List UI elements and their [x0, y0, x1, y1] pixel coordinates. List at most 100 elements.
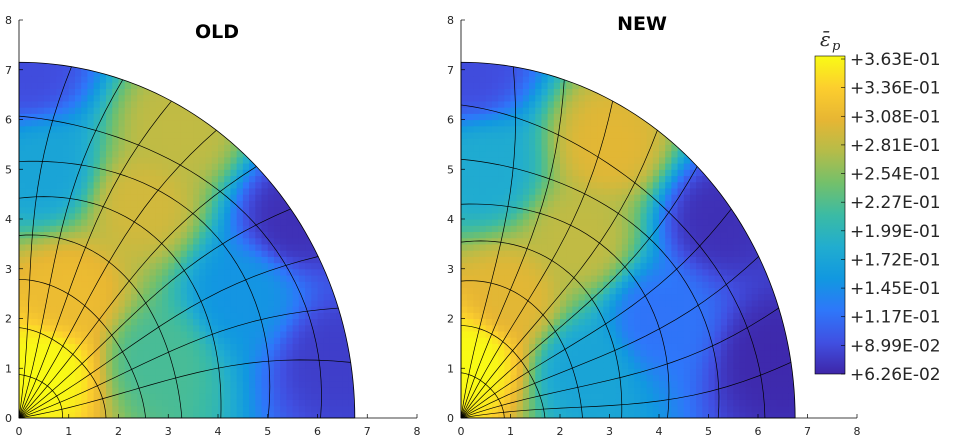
field-cell — [19, 125, 26, 133]
field-cell — [193, 237, 200, 245]
field-cell — [572, 181, 580, 189]
field-cell — [522, 150, 530, 158]
field-cell — [31, 144, 39, 152]
field-cell — [603, 256, 611, 264]
field-cell — [504, 150, 512, 158]
field-cell — [137, 125, 144, 133]
field-cell — [162, 169, 169, 177]
field-cell — [62, 150, 70, 158]
field-cell — [646, 399, 654, 407]
field-cell — [473, 94, 481, 102]
field-cell — [597, 181, 604, 189]
field-cell — [584, 131, 592, 139]
field-cell — [137, 169, 144, 177]
field-cell — [168, 200, 176, 208]
field-cell — [516, 63, 524, 71]
field-cell — [224, 125, 232, 133]
field-cell — [124, 94, 132, 102]
field-cell — [590, 343, 598, 351]
field-cell — [329, 337, 337, 344]
field-cell — [118, 330, 126, 338]
field-cell — [31, 250, 39, 257]
field-cell — [323, 343, 331, 351]
field-cell — [180, 405, 188, 413]
field-cell — [242, 200, 250, 208]
field-cell — [19, 274, 26, 282]
field-cell — [553, 225, 561, 233]
field-cell — [342, 368, 350, 376]
field-cell — [81, 131, 89, 139]
field-cell — [733, 225, 741, 233]
field-cell — [68, 212, 76, 220]
field-cell — [62, 243, 70, 251]
field-cell — [199, 225, 207, 233]
field-cell — [56, 374, 64, 382]
field-cell — [652, 156, 660, 164]
field-cell — [168, 144, 176, 152]
field-cell — [560, 274, 567, 282]
field-cell — [19, 156, 26, 164]
field-cell — [348, 312, 355, 320]
field-cell — [461, 82, 468, 90]
field-cell — [566, 125, 573, 133]
field-cell — [149, 337, 157, 344]
field-cell — [37, 318, 45, 326]
field-cell — [242, 187, 250, 195]
field-cell — [143, 194, 151, 201]
field-cell — [236, 237, 244, 245]
field-cell — [106, 399, 113, 407]
field-cell — [99, 150, 107, 158]
field-cell — [50, 88, 57, 96]
field-cell — [218, 343, 225, 351]
field-cell — [671, 131, 679, 139]
field-cell — [99, 349, 107, 357]
field-cell — [249, 374, 256, 382]
field-cell — [714, 386, 722, 394]
field-cell — [646, 169, 654, 177]
field-cell — [640, 250, 648, 257]
field-cell — [242, 411, 250, 418]
field-cell — [510, 337, 518, 344]
field-cell — [634, 362, 642, 369]
field-cell — [590, 125, 598, 133]
field-cell — [19, 355, 26, 363]
field-cell — [677, 299, 685, 307]
field-cell — [553, 355, 561, 363]
field-cell — [621, 156, 629, 164]
field-cell — [479, 181, 487, 189]
plot-panel-old: 0 1 2 3 4 5 6 7 8012345678 OLD — [5, 14, 421, 438]
field-cell — [87, 181, 95, 189]
field-cell — [25, 281, 33, 289]
field-cell — [473, 163, 481, 170]
field-cell — [162, 312, 169, 320]
field-cell — [560, 405, 567, 413]
field-cell — [522, 194, 530, 201]
field-cell — [25, 225, 33, 233]
field-cell — [186, 150, 194, 158]
field-cell — [211, 293, 219, 301]
field-cell — [553, 187, 561, 195]
field-cell — [640, 405, 648, 413]
field-cell — [535, 75, 543, 83]
field-cell — [292, 355, 300, 363]
field-cell — [535, 107, 543, 114]
field-cell — [19, 75, 26, 83]
field-cell — [50, 237, 57, 245]
field-cell — [646, 200, 654, 208]
field-cell — [628, 306, 635, 313]
field-cell — [541, 131, 549, 139]
field-cell — [522, 343, 530, 351]
field-cell — [25, 163, 33, 170]
field-cell — [689, 231, 697, 239]
field-cell — [342, 318, 350, 326]
field-cell — [733, 411, 741, 418]
field-cell — [522, 312, 530, 320]
field-cell — [149, 268, 157, 276]
field-cell — [547, 163, 555, 170]
field-cell — [130, 237, 138, 245]
field-cell — [186, 125, 194, 133]
field-cell — [510, 374, 518, 382]
field-cell — [168, 107, 176, 114]
field-cell — [560, 299, 567, 307]
field-cell — [689, 405, 697, 413]
